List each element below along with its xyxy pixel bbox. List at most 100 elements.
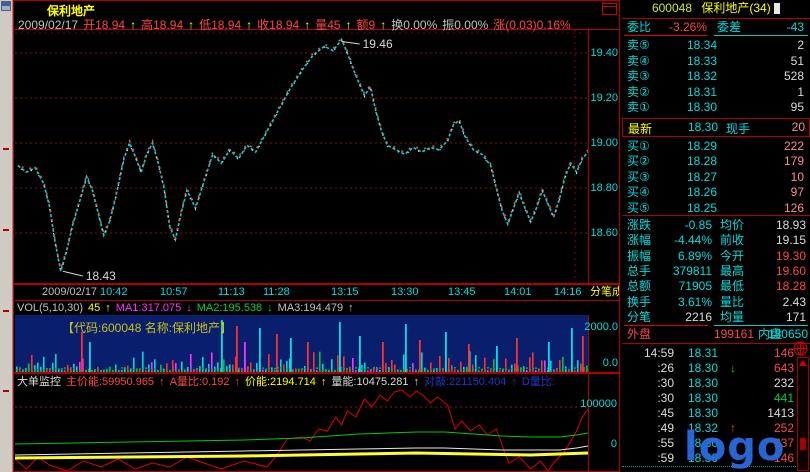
weicha-value: -43 [752, 20, 804, 35]
bid-row: 买④18.2697 [622, 185, 810, 200]
monitor-stat-segment: ↑ [234, 375, 240, 389]
vol-indicator-segment: ↑ [105, 301, 111, 315]
price-axis-label: 19.00 [578, 137, 618, 149]
xianshou-label: 现手 [726, 120, 750, 137]
tick-time: :49 [630, 421, 674, 436]
window-restore-icon[interactable] [602, 3, 617, 15]
stat-value: -4.44% [657, 233, 712, 248]
tick-row[interactable]: :4518.301413 [622, 406, 796, 421]
stat-value: 19.30 [754, 249, 806, 264]
tick-time: :59 [630, 451, 674, 466]
ask-row-label: 卖③ [627, 69, 650, 84]
tick-row[interactable]: :2618.30↓643 [622, 361, 796, 376]
time-axis-label: 10:42 [100, 285, 128, 300]
time-axis: 2009/02/17 10:4210:5711:1311:2813:1513:3… [13, 284, 620, 301]
neipan-underline [714, 325, 808, 326]
bid-row-volume: 179 [722, 154, 804, 169]
tick-chart-panel: 19.4618.43 19.4019.2019.0018.8018.60 [13, 30, 620, 284]
price-axis-label: 18.60 [578, 227, 618, 239]
stat-label: 振幅 [627, 249, 651, 264]
scroll-up-arrow[interactable] [799, 360, 807, 366]
stock-app-window: 保利地产 2009/02/17开18.94↑高18.94↑低18.94↑收18.… [0, 0, 810, 472]
scroll-thumb[interactable] [800, 438, 806, 450]
volume-panel: 【代码:600048 名称:保利地产】 2000.0 0.0 [13, 315, 620, 373]
app-mini-icon[interactable] [1, 1, 11, 11]
tick-row[interactable]: 14:5918.31146 [622, 346, 796, 361]
bid-row-label: 买① [627, 139, 650, 154]
stat-row: 涨跌-0.85均价18.93 [622, 218, 810, 233]
time-axis-label: 13:15 [331, 285, 359, 300]
bid-row-price: 18.29 [662, 139, 717, 154]
stat-value: -0.85 [657, 218, 712, 233]
ask-row: 卖①18.3095 [622, 100, 810, 115]
vol-indicator-segment: ↓ [186, 301, 192, 315]
stat-label: 总手 [627, 264, 651, 279]
left-edge-scrollbar[interactable] [0, 0, 13, 472]
strip-mark [3, 148, 9, 150]
bid-row-price: 18.27 [662, 170, 717, 185]
vol-axis-min: 0.0 [578, 357, 618, 369]
tick-arrow-icon: ↓ [730, 361, 736, 376]
tick-price: 18.30 [688, 391, 718, 406]
stat-value: 379811 [657, 264, 712, 279]
stat-value: 2.43 [754, 295, 806, 310]
svg-text:18.43: 18.43 [86, 269, 116, 283]
strip-mark [3, 390, 9, 392]
ask-row-label: 卖④ [627, 54, 650, 69]
tick-scrollbar[interactable] [797, 357, 809, 471]
chart-column: 保利地产 2009/02/17开18.94↑高18.94↑低18.94↑收18.… [13, 0, 620, 472]
latest-box: 最新 18.30 现手 20 [622, 118, 810, 137]
stat-label: 总额 [627, 279, 651, 294]
stock-code: 600048 [652, 1, 692, 15]
chart-header: 保利地产 2009/02/17开18.94↑高18.94↑低18.94↑收18.… [13, 0, 620, 30]
latest-price: 18.30 [663, 120, 718, 134]
tick-volume: 643 [738, 361, 794, 376]
price-axis-label: 19.20 [578, 92, 618, 104]
text-cursor [774, 3, 780, 14]
bid-row-volume: 126 [722, 201, 804, 216]
time-axis-label: 11:13 [218, 285, 245, 300]
stock-name: 保利地产(34) [701, 1, 770, 15]
price-axis-label: 18.80 [578, 182, 618, 194]
bid-row-label: 买④ [627, 185, 650, 200]
bid-row-price: 18.28 [662, 154, 717, 169]
separator [622, 215, 810, 216]
stat-label: 涨幅 [627, 233, 651, 248]
monitor-stat-segment: 主价能:59950.965 [66, 375, 154, 389]
bid-row-label: 买② [627, 154, 650, 169]
time-axis-label: 14:16 [554, 285, 582, 300]
stat-label: 最低 [720, 279, 744, 294]
vol-indicator-segment: MA2:195.538 [197, 301, 262, 315]
tick-time: 14:59 [630, 346, 674, 361]
monitor-stat-segment: ↑ [321, 375, 327, 389]
ask-row-price: 18.34 [662, 38, 717, 53]
neipan-value: 180650 [762, 327, 808, 342]
tick-chart[interactable]: 19.46 18.43 [15, 30, 588, 283]
globe-icon[interactable] [793, 341, 808, 356]
monitor-axis-min: 0 [577, 438, 617, 450]
stat-label: 最高 [720, 264, 744, 279]
tick-price: 18.30 [688, 376, 718, 391]
stat-label: 涨跌 [627, 218, 651, 233]
strip-mark [3, 229, 9, 231]
svg-text:19.46: 19.46 [363, 37, 393, 51]
stat-value: 6.89% [657, 249, 712, 264]
tick-view-label: 分笔成交 [590, 285, 619, 300]
bid-row-volume: 222 [722, 139, 804, 154]
tick-row[interactable]: :3018.30232 [622, 376, 796, 391]
vol-indicator-segment: MA3:194.479 [278, 301, 343, 315]
axis-date: 2009/02/17 [42, 285, 97, 300]
bid-row-volume: 97 [722, 185, 804, 200]
ask-row-volume: 51 [722, 54, 804, 69]
axis-divider [588, 30, 589, 283]
monitor-stat-segment: 对敲:221150.404 [424, 375, 506, 389]
ask-row: 卖③18.32528 [622, 69, 810, 84]
monitor-stat-segment: ↑ [159, 375, 165, 389]
vol-indicator-segment: VOL(5,10,30) [17, 301, 83, 315]
monitor-stat-segment: D量比: [522, 375, 555, 389]
monitor-panel: 大单监控主价能:59950.965↑A量比:0.192↑价能:2194.714↑… [13, 373, 620, 472]
monitor-chart[interactable] [15, 389, 588, 471]
weicha-label: 委差 [717, 20, 741, 35]
ask-row-price: 18.30 [662, 100, 717, 115]
tick-row[interactable]: :3018.30441 [622, 391, 796, 406]
